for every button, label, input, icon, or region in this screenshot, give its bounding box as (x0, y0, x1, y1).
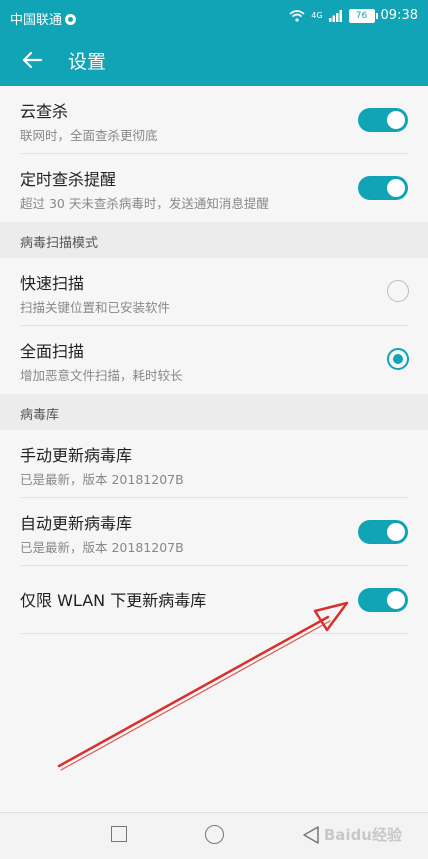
status-bar: 中国联通 4G 76 09:38 (0, 0, 428, 34)
home-icon[interactable] (205, 825, 224, 844)
item-subtitle: 已是最新，版本 20181207B (20, 540, 184, 555)
item-title: 仅限 WLAN 下更新病毒库 (20, 591, 207, 610)
item-subtitle: 超过 30 天未查杀病毒时，发送通知消息提醒 (20, 196, 269, 211)
quick-scan-radio[interactable] (387, 280, 409, 302)
nav-back-icon[interactable] (302, 825, 320, 845)
toggle-knob (387, 179, 405, 197)
item-subtitle: 已是最新，版本 20181207B (20, 472, 184, 487)
app-bar: 设置 (0, 34, 428, 86)
item-subtitle: 扫描关键位置和已安装软件 (20, 300, 171, 315)
section-title: 病毒扫描模式 (20, 236, 99, 251)
signal-icon (328, 9, 342, 22)
section-header-virus-db: 病毒库 (0, 394, 428, 430)
item-subtitle: 增加恶意文件扫描，耗时较长 (20, 368, 183, 383)
toggle-knob (387, 591, 405, 609)
carrier-name: 中国联通 (10, 9, 77, 28)
item-title: 云查杀 (20, 102, 69, 121)
toggle-knob (387, 111, 405, 129)
wifi-icon (289, 9, 305, 22)
baidu-watermark: Baidu经验 (323, 826, 402, 844)
network-type: 4G (311, 11, 323, 20)
section-header-scan-mode: 病毒扫描模式 (0, 222, 428, 258)
cloud-scan-toggle[interactable] (358, 108, 408, 132)
manual-update-item[interactable]: 手动更新病毒库 已是最新，版本 20181207B (0, 430, 428, 498)
section-title: 病毒库 (20, 408, 60, 423)
recent-apps-icon[interactable] (111, 826, 127, 842)
auto-update-toggle[interactable] (358, 520, 408, 544)
item-title: 快速扫描 (20, 274, 85, 293)
wlan-only-update-item[interactable]: 仅限 WLAN 下更新病毒库 (0, 566, 428, 634)
item-subtitle: 联网时，全面查杀更彻底 (20, 128, 158, 143)
clock: 09:38 (380, 8, 418, 23)
scheduled-scan-reminder-toggle[interactable] (358, 176, 408, 200)
item-title: 定时查杀提醒 (20, 170, 117, 189)
full-scan-item[interactable]: 全面扫描 增加恶意文件扫描，耗时较长 (0, 326, 428, 394)
toggle-knob (387, 523, 405, 541)
item-title: 自动更新病毒库 (20, 514, 133, 533)
quick-scan-item[interactable]: 快速扫描 扫描关键位置和已安装软件 (0, 258, 428, 326)
cloud-scan-item[interactable]: 云查杀 联网时，全面查杀更彻底 (0, 86, 428, 154)
navigation-bar: Baidu经验 (0, 812, 428, 859)
back-arrow-icon[interactable] (20, 48, 44, 72)
carrier-badge-icon (65, 14, 77, 25)
item-title: 手动更新病毒库 (20, 446, 133, 465)
auto-update-item[interactable]: 自动更新病毒库 已是最新，版本 20181207B (0, 498, 428, 566)
scheduled-scan-reminder-item[interactable]: 定时查杀提醒 超过 30 天未查杀病毒时，发送通知消息提醒 (0, 154, 428, 222)
divider (20, 633, 408, 634)
battery-icon: 76 (348, 8, 378, 23)
page-title: 设置 (68, 51, 107, 73)
item-title: 全面扫描 (20, 342, 85, 361)
settings-list: 云查杀 联网时，全面查杀更彻底 定时查杀提醒 超过 30 天未查杀病毒时，发送通… (0, 86, 428, 634)
wlan-only-update-toggle[interactable] (358, 588, 408, 612)
full-scan-radio[interactable] (387, 348, 409, 370)
